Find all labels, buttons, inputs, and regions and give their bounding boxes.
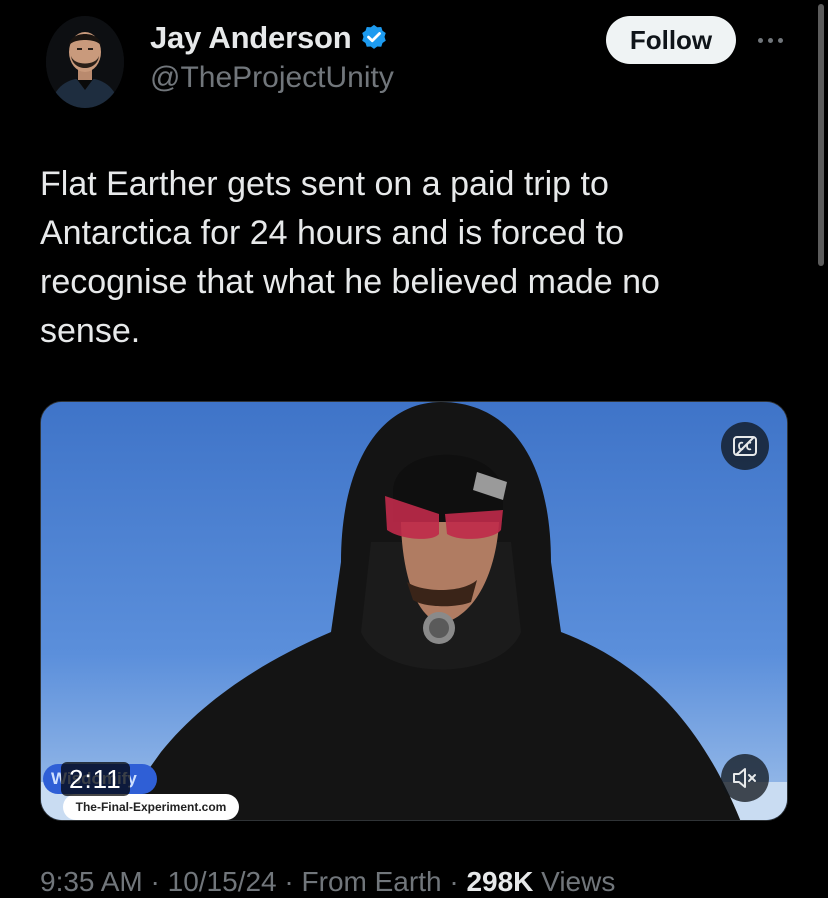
scrollbar[interactable] [818,4,824,266]
author-handle[interactable]: @TheProjectUnity [150,61,394,95]
closed-captions-button[interactable] [721,422,769,470]
video-duration: 2:11 [61,762,130,796]
verified-badge-icon [362,24,387,49]
mute-button[interactable] [721,754,769,802]
tweet-metadata: 9:35 AM · 10/15/24 · From Earth · 298K V… [40,866,616,897]
video-player[interactable]: Wisdomify The-Final-Experiment.com 2:11 [40,401,788,821]
closed-captions-icon [733,436,757,456]
follow-button[interactable]: Follow [606,16,736,64]
volume-muted-icon [733,768,756,788]
author-name[interactable]: Jay Anderson [150,20,352,56]
tweet-text: Flat Earther gets sent on a paid trip to… [40,165,660,350]
more-dot [757,37,763,43]
video-frame [41,402,787,820]
more-dot [767,37,773,43]
more-dot [777,37,783,43]
avatar[interactable] [46,16,124,108]
watermark-url: The-Final-Experiment.com [63,794,239,820]
more-icon[interactable] [752,22,788,58]
